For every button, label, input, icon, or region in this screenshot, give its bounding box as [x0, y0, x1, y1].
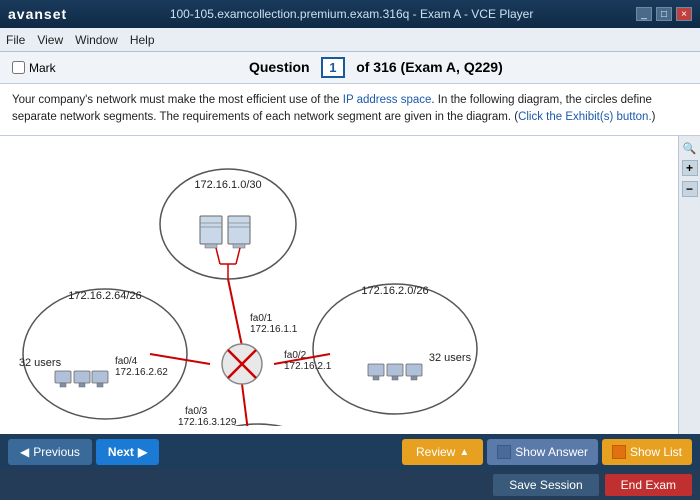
prev-arrow: ◀ — [20, 445, 29, 459]
close-button[interactable]: × — [676, 7, 692, 21]
next-label: Next — [108, 445, 134, 459]
svg-text:172.16.3.129: 172.16.3.129 — [178, 417, 237, 426]
svg-text:fa0/1: fa0/1 — [250, 313, 273, 324]
menu-file[interactable]: File — [6, 33, 25, 47]
menu-bar: File View Window Help — [0, 28, 700, 52]
review-arrow: ▲ — [459, 447, 469, 458]
svg-text:172.16.2.64/26: 172.16.2.64/26 — [68, 290, 141, 302]
mark-checkbox-area[interactable]: Mark — [12, 61, 56, 75]
review-button[interactable]: Review ▲ — [402, 439, 483, 465]
svg-text:32 users: 32 users — [429, 352, 472, 364]
review-label: Review — [416, 445, 455, 459]
next-arrow: ▶ — [138, 445, 147, 459]
menu-help[interactable]: Help — [130, 33, 155, 47]
zoom-out-button[interactable]: − — [682, 181, 698, 197]
menu-window[interactable]: Window — [75, 33, 118, 47]
diagram-area: 172.16.1.0/30 172.16.2.64/26 172.16.2.0/… — [0, 136, 700, 435]
bottom-toolbar: ◀ Previous Next ▶ Review ▲ Show Answer S… — [0, 434, 700, 470]
minimize-button[interactable]: _ — [636, 7, 652, 21]
answer-icon — [497, 445, 511, 459]
window-controls: _ □ × — [636, 7, 692, 21]
menu-view[interactable]: View — [37, 33, 63, 47]
previous-button[interactable]: ◀ Previous — [8, 439, 92, 465]
search-icon[interactable]: 🔍 — [683, 142, 697, 155]
answer-label: Show Answer — [515, 445, 588, 459]
list-icon — [612, 445, 626, 459]
list-label: Show List — [630, 445, 682, 459]
svg-text:172.16.2.1: 172.16.2.1 — [284, 361, 332, 372]
svg-text:32 users: 32 users — [19, 357, 62, 369]
question-info: Question 1 of 316 (Exam A, Q229) — [64, 57, 688, 78]
question-total: of 316 (Exam A, Q229) — [356, 59, 503, 75]
svg-text:fa0/3: fa0/3 — [185, 406, 208, 417]
svg-text:172.16.1.0/30: 172.16.1.0/30 — [194, 179, 261, 191]
title-bar: avanset 100-105.examcollection.premium.e… — [0, 0, 700, 28]
mark-label: Mark — [29, 61, 56, 75]
question-header: Mark Question 1 of 316 (Exam A, Q229) — [0, 52, 700, 84]
show-list-button[interactable]: Show List — [602, 439, 692, 465]
svg-text:172.16.1.1: 172.16.1.1 — [250, 324, 298, 335]
app-logo: avanset — [8, 6, 67, 22]
question-label: Question — [249, 59, 310, 75]
window-title: 100-105.examcollection.premium.exam.316q… — [170, 7, 534, 21]
maximize-button[interactable]: □ — [656, 7, 672, 21]
logo-prefix: avan — [8, 6, 44, 22]
question-body: Your company's network must make the mos… — [12, 94, 656, 123]
svg-text:fa0/2: fa0/2 — [284, 350, 307, 361]
end-exam-button[interactable]: End Exam — [605, 474, 692, 496]
logo-suffix: set — [44, 6, 67, 22]
prev-label: Previous — [33, 445, 80, 459]
question-text: Your company's network must make the mos… — [0, 84, 700, 136]
question-number: 1 — [321, 57, 344, 78]
show-answer-button[interactable]: Show Answer — [487, 439, 598, 465]
svg-text:172.16.2.62: 172.16.2.62 — [115, 367, 168, 378]
session-bar: Save Session End Exam — [0, 470, 700, 500]
next-button[interactable]: Next ▶ — [96, 439, 159, 465]
svg-text:172.16.2.0/26: 172.16.2.0/26 — [361, 285, 428, 297]
save-session-button[interactable]: Save Session — [493, 474, 598, 496]
zoom-in-button[interactable]: + — [682, 160, 698, 176]
network-diagram: 172.16.1.0/30 172.16.2.64/26 172.16.2.0/… — [0, 136, 645, 426]
mark-checkbox[interactable] — [12, 61, 25, 74]
svg-text:fa0/4: fa0/4 — [115, 356, 138, 367]
scroll-panel: 🔍 + − — [678, 136, 700, 435]
